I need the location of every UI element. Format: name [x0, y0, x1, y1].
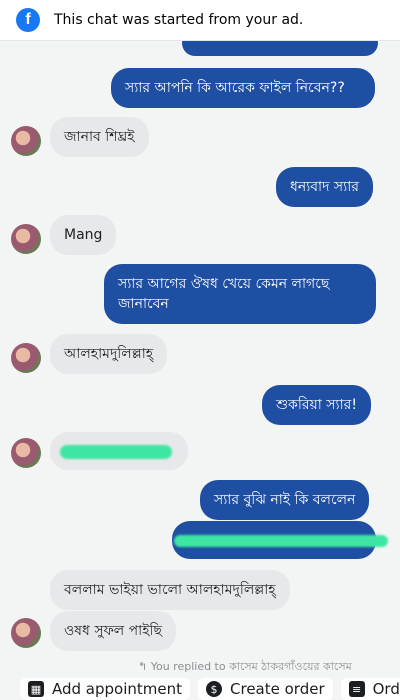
message-text: বললাম ভাইয়া ভালো আলহামদুলিল্লাহ্	[64, 582, 276, 598]
message-bubble-incoming[interactable]: বললাম ভাইয়া ভালো আলহামদুলিল্লাহ্	[50, 570, 290, 610]
message-text: শুকরিয়া স্যার!	[276, 397, 357, 413]
ad-chat-banner: f This chat was started from your ad.	[0, 0, 400, 41]
quick-actions-toolbar: ▦ Add appointment $ Create order ≡ Orde	[0, 678, 400, 700]
message-text-line-1: স্যার আগের ঔষধ খেয়ে কেমন লাগছে	[118, 276, 330, 292]
message-text: ওষধ সুফল পাইছি	[64, 623, 163, 639]
facebook-icon: f	[16, 8, 40, 32]
message-bubble-incoming[interactable]: জানাব শিঘ্রই	[50, 117, 149, 157]
reply-note: ↰ You replied to কাসেম ঠাকরগাঁওয়ের কাসে…	[138, 660, 352, 673]
avatar[interactable]	[11, 343, 41, 373]
message-text-line-2: জানাবেন	[118, 296, 169, 312]
message-bubble-incoming[interactable]: ওষধ সুফল পাইছি	[50, 611, 177, 651]
message-bubble-incoming[interactable]: Mang	[50, 215, 117, 255]
avatar[interactable]	[11, 224, 41, 254]
create-order-label: Create order	[230, 680, 325, 698]
message-text: স্যার আপনি কি আরেক ফাইল নিবেন??	[125, 80, 345, 96]
message-text: জানাব শিঘ্রই	[64, 129, 135, 145]
redaction-mark	[60, 445, 172, 459]
message-text: স্যার বুঝি নাই কি বললেন	[214, 492, 356, 508]
banner-text: This chat was started from your ad.	[54, 12, 304, 28]
message-bubble-outgoing[interactable]: স্যার আগের ঔষধ খেয়ে কেমন লাগছে জানাবেন	[104, 264, 376, 324]
list-icon: ≡	[348, 681, 365, 697]
order-label: Orde	[372, 680, 400, 698]
add-appointment-label: Add appointment	[52, 680, 183, 698]
message-text: আলহামদুলিল্লাহ্	[64, 346, 154, 362]
message-bubble-redacted[interactable]	[50, 432, 188, 470]
message-text: ধন্যবাদ স্যার	[290, 179, 359, 195]
calendar-icon: ▦	[28, 681, 44, 697]
message-bubble-redacted[interactable]	[172, 521, 388, 559]
message-bubble-outgoing[interactable]: ধন্যবাদ স্যার	[276, 167, 373, 207]
avatar[interactable]	[11, 126, 41, 156]
avatar[interactable]	[11, 618, 41, 648]
redaction-mark	[174, 535, 388, 547]
message-bubble-incoming[interactable]: আলহামদুলিল্লাহ্	[50, 334, 168, 374]
order-button[interactable]: ≡ Orde	[340, 678, 400, 700]
message-bubble-outgoing[interactable]: স্যার বুঝি নাই কি বললেন	[200, 480, 370, 520]
add-appointment-button[interactable]: ▦ Add appointment	[20, 678, 191, 700]
message-bubble-outgoing[interactable]: শুকরিয়া স্যার!	[262, 385, 371, 425]
avatar[interactable]	[11, 438, 41, 468]
dollar-icon: $	[206, 681, 223, 697]
message-text: Mang	[64, 227, 103, 243]
message-bubble-outgoing[interactable]: স্যার আপনি কি আরেক ফাইল নিবেন??	[111, 68, 375, 108]
create-order-button[interactable]: $ Create order	[198, 678, 333, 700]
